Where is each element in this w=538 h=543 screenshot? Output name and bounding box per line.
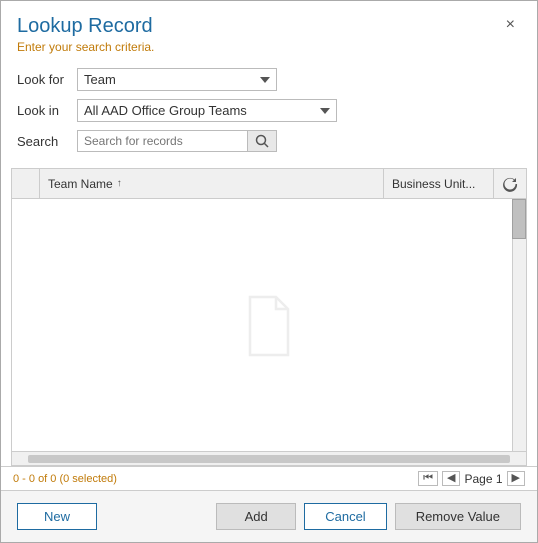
look-for-row: Look for Team	[17, 68, 521, 91]
th-businessunit[interactable]: Business Unit...	[384, 169, 494, 198]
page-label: Page 1	[464, 472, 502, 486]
th-checkbox	[12, 169, 40, 198]
horizontal-scrollbar[interactable]	[12, 451, 526, 465]
sort-arrow: ↑	[117, 178, 122, 189]
table-header: Team Name ↑ Business Unit...	[12, 169, 526, 199]
dialog-subtitle: Enter your search criteria.	[17, 40, 154, 54]
record-count: 0 - 0 of 0 (0 selected)	[13, 473, 117, 485]
search-label: Search	[17, 134, 77, 149]
scrollbar-h-track[interactable]	[28, 455, 510, 463]
table-section: Team Name ↑ Business Unit...	[11, 168, 527, 466]
search-row: Search	[17, 130, 521, 152]
refresh-icon	[502, 176, 518, 192]
look-in-label: Look in	[17, 103, 77, 118]
th-teamname[interactable]: Team Name ↑	[40, 169, 384, 198]
footer: New Add Cancel Remove Value	[1, 490, 537, 542]
look-in-select[interactable]: All AAD Office Group Teams	[77, 99, 337, 122]
pagination: ⏮ ◀ Page 1 ▶	[418, 471, 525, 486]
search-input[interactable]	[78, 131, 247, 151]
search-icon	[255, 134, 269, 148]
form-area: Look for Team Look in All AAD Office Gro…	[1, 58, 537, 168]
scrollbar-thumb[interactable]	[512, 199, 526, 239]
prev-page-button[interactable]: ◀	[442, 471, 460, 486]
dialog-title: Lookup Record	[17, 15, 154, 38]
next-page-button[interactable]: ▶	[507, 471, 525, 486]
close-button[interactable]: ×	[500, 15, 521, 35]
refresh-button[interactable]	[494, 169, 526, 198]
look-for-label: Look for	[17, 72, 77, 87]
th-teamname-label: Team Name	[48, 177, 113, 191]
status-bar: 0 - 0 of 0 (0 selected) ⏮ ◀ Page 1 ▶	[1, 466, 537, 490]
title-section: Lookup Record Enter your search criteria…	[17, 15, 154, 54]
th-businessunit-label: Business Unit...	[392, 177, 475, 191]
remove-value-button[interactable]: Remove Value	[395, 503, 521, 530]
title-bar: Lookup Record Enter your search criteria…	[1, 1, 537, 58]
table-body	[12, 199, 526, 451]
search-button[interactable]	[247, 131, 276, 151]
empty-state-icon	[244, 295, 294, 355]
add-button[interactable]: Add	[216, 503, 296, 530]
cancel-button[interactable]: Cancel	[304, 503, 386, 530]
look-in-row: Look in All AAD Office Group Teams	[17, 99, 521, 122]
look-for-select[interactable]: Team	[77, 68, 277, 91]
vertical-scrollbar[interactable]	[512, 199, 526, 451]
new-button[interactable]: New	[17, 503, 97, 530]
first-page-button[interactable]: ⏮	[418, 471, 438, 486]
search-input-wrap	[77, 130, 277, 152]
lookup-record-dialog: Lookup Record Enter your search criteria…	[0, 0, 538, 543]
